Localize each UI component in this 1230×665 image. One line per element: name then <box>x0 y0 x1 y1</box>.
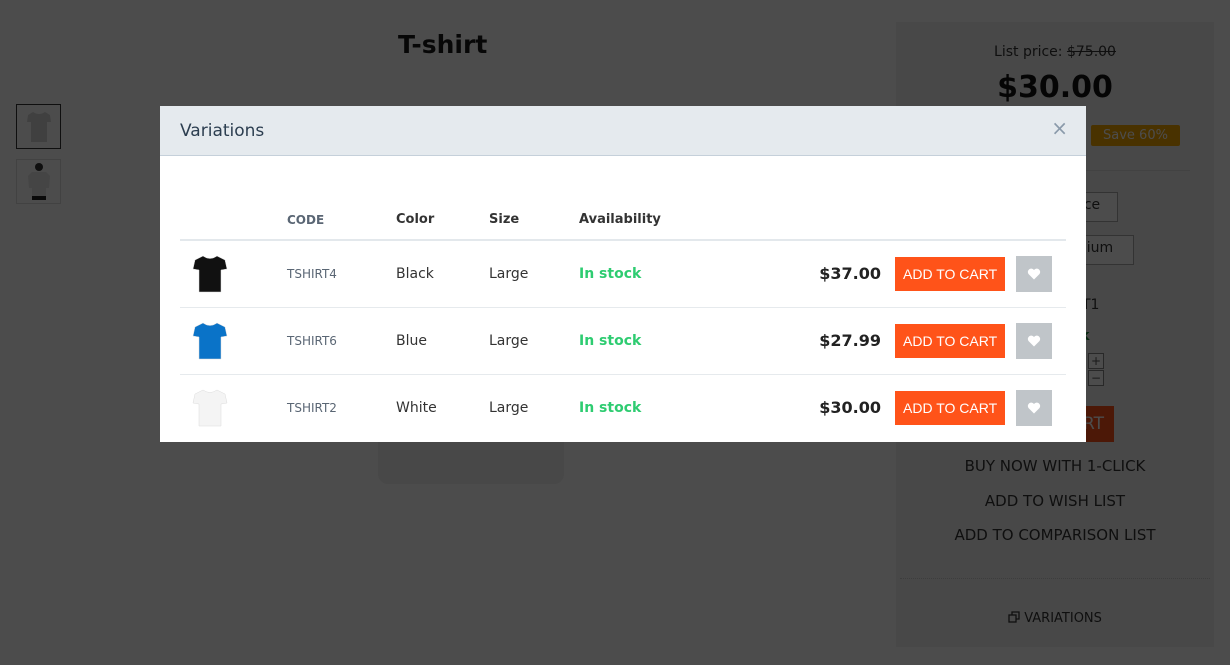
add-to-cart-button[interactable]: ADD TO CART <box>895 323 1006 358</box>
modal-title: Variations <box>180 121 265 141</box>
variation-color: White <box>396 399 437 416</box>
add-to-wishlist-button[interactable] <box>1016 389 1052 426</box>
variation-price: $37.00 <box>729 240 895 308</box>
variations-table: CODE Color Size Availability TSHIRT4 Bla… <box>180 200 1066 441</box>
in-stock-label: In stock <box>579 332 642 349</box>
variation-availability: In stock <box>579 307 729 375</box>
heart-icon <box>1027 402 1041 414</box>
heart-icon <box>1027 335 1041 346</box>
add-to-cart-cell: ADD TO CART <box>895 374 1016 441</box>
variation-code: TSHIRT6 <box>287 307 396 375</box>
column-header-wishlist <box>1016 200 1066 241</box>
variation-price: $30.00 <box>819 398 881 418</box>
wishlist-cell <box>1016 240 1066 308</box>
table-row: TSHIRT2 White Large In stock $30.00 ADD … <box>180 374 1066 441</box>
variation-size: Large <box>489 307 579 375</box>
variation-size: Large <box>489 399 529 416</box>
table-row: TSHIRT4 Black Large In stock $37.00 ADD … <box>180 240 1066 308</box>
variation-color: Blue <box>396 307 489 375</box>
add-to-cart-cell: ADD TO CART <box>895 307 1016 375</box>
modal-header: Variations × <box>160 106 1086 156</box>
variation-size: Large <box>489 240 579 308</box>
variation-availability: In stock <box>579 240 729 308</box>
variation-image-cell <box>180 374 287 441</box>
wishlist-cell <box>1016 374 1066 441</box>
variations-modal: Variations × CODE Color Size Availabilit… <box>160 106 1086 442</box>
column-header-color: Color <box>396 200 489 241</box>
column-header-image <box>180 200 287 241</box>
variation-availability: In stock <box>579 374 729 441</box>
variation-image-cell <box>180 240 287 308</box>
column-header-code: CODE <box>287 200 396 241</box>
wishlist-cell <box>1016 307 1066 375</box>
heart-icon <box>1027 268 1041 280</box>
add-to-cart-cell: ADD TO CART <box>895 240 1016 308</box>
table-header-row: CODE Color Size Availability <box>180 200 1066 241</box>
close-icon[interactable]: × <box>1051 118 1068 138</box>
column-header-price <box>729 200 895 241</box>
tshirt-icon[interactable] <box>192 388 287 428</box>
add-to-wishlist-button[interactable] <box>1016 255 1052 292</box>
add-to-cart-button[interactable]: ADD TO CART <box>895 390 1006 425</box>
table-row: TSHIRT6 Blue Large In stock $27.99 ADD T… <box>180 307 1066 375</box>
variation-color: Black <box>396 240 489 308</box>
in-stock-label: In stock <box>579 265 642 282</box>
column-header-availability: Availability <box>579 200 729 241</box>
variation-price: $27.99 <box>729 307 895 375</box>
variation-image-cell <box>180 307 287 375</box>
column-header-cart <box>895 200 1016 241</box>
column-header-size: Size <box>489 200 579 241</box>
tshirt-icon[interactable] <box>192 254 287 294</box>
add-to-wishlist-button[interactable] <box>1016 322 1052 359</box>
tshirt-icon[interactable] <box>192 321 287 361</box>
variation-code: TSHIRT4 <box>287 240 396 308</box>
variation-code: TSHIRT2 <box>287 400 337 415</box>
add-to-cart-button[interactable]: ADD TO CART <box>895 256 1006 291</box>
in-stock-label: In stock <box>579 399 642 416</box>
